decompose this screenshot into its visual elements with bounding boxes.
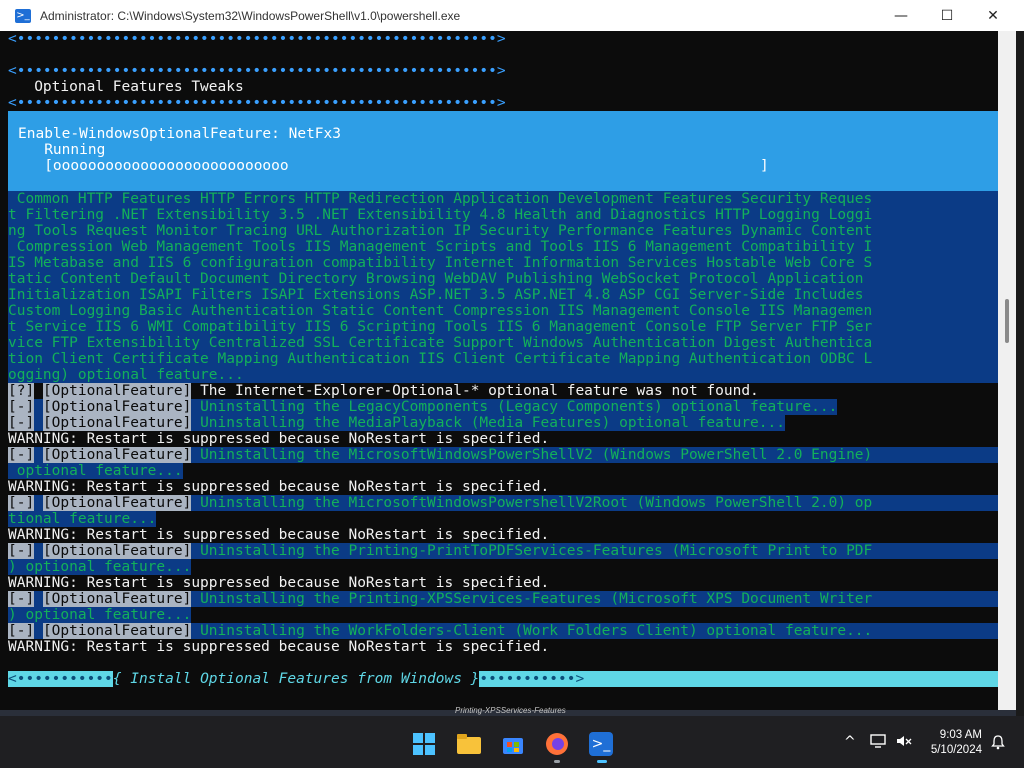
feature-list-line: tion Client Certificate Mapping Authenti… [8,351,873,367]
optional-feature-tag: [OptionalFeature] [42,591,192,607]
notification-bell-icon[interactable] [990,734,1006,754]
powershell-active-indicator [597,760,607,763]
feature-list-line: Compression Web Management Tools IIS Man… [8,239,873,255]
taskbar: >_ ^ 9:03 AM 5/10/2024 [0,716,1024,768]
powershell-window: >_ Administrator: C:\Windows\System32\Wi… [0,0,1024,716]
feature-list-line: ng Tools Request Monitor Tracing URL Aut… [8,223,873,239]
optional-feature-tag: [OptionalFeature] [42,399,192,415]
status-marker: [?] [8,383,35,399]
uninstall-message: Uninstalling the MicrosoftWindowsPowersh… [191,495,873,511]
maximize-button[interactable]: ☐ [924,0,970,31]
scrollbar-thumb[interactable] [1005,299,1009,343]
feature-list-line: vice FTP Extensibility Centralized SSL C… [8,335,873,351]
microsoft-store-icon[interactable] [501,732,525,756]
warning-message: WARNING: Restart is suppressed because N… [8,479,550,495]
uninstall-message: Uninstalling the Printing-XPSServices-Fe… [191,591,873,607]
status-marker: [-] [8,591,35,607]
warning-message: WARNING: Restart is suppressed because N… [8,431,550,447]
minimize-button[interactable]: — [878,0,924,31]
volume-muted-icon[interactable] [896,734,912,752]
uninstall-message: Uninstalling the WorkFolders-Client (Wor… [191,623,873,639]
optional-feature-tag: [OptionalFeature] [42,543,192,559]
status-marker: [-] [8,415,35,431]
network-icon[interactable] [870,734,886,752]
feature-list-line: Custom Logging Basic Authentication Stat… [8,303,873,319]
uninstall-message: Uninstalling the MicrosoftWindowsPowerSh… [191,447,873,463]
feature-list-line: ogging) optional feature... [8,367,244,383]
status-marker: [-] [8,543,35,559]
status-marker: [-] [8,623,35,639]
uninstall-message: Uninstalling the LegacyComponents (Legac… [191,399,838,415]
progress-panel: Enable-WindowsOptionalFeature: NetFx3 Ru… [8,111,998,191]
clock-date: 5/10/2024 [930,744,982,756]
progress-bar: [ooooooooooooooooooooooooooo ] [18,158,769,174]
warning-message: WARNING: Restart is suppressed because N… [8,575,550,591]
separator-line: <•••••••••••••••••••••••••••••••••••••••… [8,31,506,47]
console-output[interactable]: <•••••••••••••••••••••••••••••••••••••••… [8,31,998,710]
section-banner: <•••••••••••{ Install Optional Features … [8,671,998,687]
optional-feature-tag: [OptionalFeature] [42,447,192,463]
powershell-taskbar-icon[interactable]: >_ [589,732,613,756]
feature-list-line: Common HTTP Features HTTP Errors HTTP Re… [8,191,873,207]
status-marker: [-] [8,399,35,415]
background-window-text: Printing-XPSServices-Features [455,706,566,715]
uninstall-message: Uninstalling the Printing-PrintToPDFServ… [191,543,873,559]
section-title: Optional Features Tweaks [8,79,244,95]
chevron-up-icon[interactable]: ^ [844,734,856,750]
uninstall-message-wrap: ) optional feature... [8,559,192,575]
status-marker: [-] [8,495,35,511]
optional-feature-tag: [OptionalFeature] [42,383,192,399]
separator-line: <•••••••••••••••••••••••••••••••••••••••… [8,95,506,111]
warning-message: WARNING: Restart is suppressed because N… [8,639,550,655]
feature-list-line: tatic Content Default Document Directory… [8,271,864,287]
banner-left-dots: <••••••••••• [8,671,113,687]
warning-message: WARNING: Restart is suppressed because N… [8,527,550,543]
windows-start-icon[interactable] [412,732,436,756]
firefox-running-indicator [554,760,560,763]
optional-feature-tag: [OptionalFeature] [42,623,192,639]
banner-right-dots: •••••••••••> [479,671,585,687]
window-edge [1016,31,1024,716]
banner-text: { Install Optional Features from Windows… [112,671,480,687]
status-marker: [-] [8,447,35,463]
optional-feature-tag: [OptionalFeature] [42,495,192,511]
progress-status: Running [18,142,106,158]
clock-time: 9:03 AM [939,729,982,741]
taskbar-clock[interactable]: 9:03 AM 5/10/2024 [920,728,982,758]
close-button[interactable]: ✕ [970,0,1016,31]
feature-list-line: t Filtering .NET Extensibility 3.5 .NET … [8,207,873,223]
uninstall-message-wrap: optional feature... [8,463,183,479]
separator-line: <•••••••••••••••••••••••••••••••••••••••… [8,63,506,79]
window-title: Administrator: C:\Windows\System32\Windo… [40,8,461,23]
feature-list-line: t Service IIS 6 WMI Compatibility IIS 6 … [8,319,873,335]
feature-list-line: IS Metabase and IIS 6 configuration comp… [8,255,873,271]
title-bar[interactable]: >_ Administrator: C:\Windows\System32\Wi… [0,0,1024,31]
uninstall-message-wrap: ) optional feature... [8,607,192,623]
powershell-icon: >_ [15,8,31,23]
firefox-icon[interactable] [545,732,569,756]
feature-list-line: Initialization ISAPI Filters ISAPI Exten… [8,287,864,303]
not-found-message: The Internet-Explorer-Optional-* optiona… [191,383,759,399]
uninstall-message: Uninstalling the MediaPlayback (Media Fe… [191,415,785,431]
progress-activity: Enable-WindowsOptionalFeature: NetFx3 [18,126,342,142]
file-explorer-icon[interactable] [457,732,481,756]
optional-feature-tag: [OptionalFeature] [42,415,192,431]
uninstall-message-wrap: tional feature... [8,511,157,527]
vertical-scrollbar[interactable] [998,31,1016,710]
